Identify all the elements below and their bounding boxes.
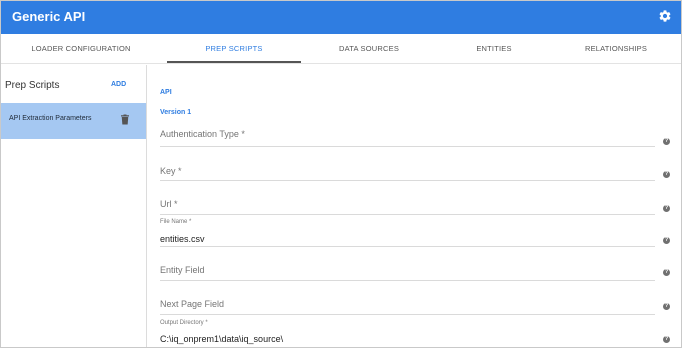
key-field[interactable] xyxy=(160,163,655,183)
help-icon[interactable]: ? xyxy=(663,303,670,310)
trash-icon[interactable] xyxy=(121,114,129,125)
sidebar: Prep Scripts ADD API Extraction Paramete… xyxy=(1,65,147,347)
output-directory-value[interactable]: C:\iq_onprem1\data\iq_source\ xyxy=(160,334,283,344)
authentication-type-field[interactable] xyxy=(160,128,655,148)
field-underline xyxy=(160,314,655,315)
output-directory-label: Output Directory * xyxy=(160,320,208,326)
section-title: API xyxy=(160,89,172,96)
field-underline xyxy=(160,246,655,247)
url-field[interactable] xyxy=(160,197,655,217)
entity-field-field[interactable] xyxy=(160,264,655,284)
gear-icon[interactable] xyxy=(658,9,672,23)
sidebar-title: Prep Scripts xyxy=(5,80,60,91)
file-name-field[interactable]: File Name * entities.csv xyxy=(160,219,655,247)
field-underline xyxy=(160,180,655,181)
help-icon[interactable]: ? xyxy=(663,138,670,145)
app-bar: Generic API xyxy=(1,1,681,34)
help-icon[interactable]: ? xyxy=(663,205,670,212)
help-icon[interactable]: ? xyxy=(663,269,670,276)
help-icon[interactable]: ? xyxy=(663,336,670,343)
help-icon[interactable]: ? xyxy=(663,171,670,178)
output-directory-field[interactable]: Output Directory * C:\iq_onprem1\data\iq… xyxy=(160,320,655,347)
field-underline xyxy=(160,280,655,281)
tab-entities[interactable]: ENTITIES xyxy=(437,34,551,64)
field-underline xyxy=(160,214,655,215)
app-title: Generic API xyxy=(12,9,86,24)
next-page-field-field[interactable] xyxy=(160,298,655,318)
tab-bar: LOADER CONFIGURATION PREP SCRIPTS DATA S… xyxy=(1,34,681,64)
sidebar-item-label: API Extraction Parameters xyxy=(9,115,92,122)
file-name-label: File Name * xyxy=(160,219,192,225)
sidebar-item-api-extraction-parameters[interactable]: API Extraction Parameters xyxy=(1,103,146,139)
next-page-field-input[interactable] xyxy=(160,299,640,309)
app-window: Generic API LOADER CONFIGURATION PREP SC… xyxy=(0,0,682,348)
authentication-type-input[interactable] xyxy=(160,129,640,139)
tab-prep-scripts[interactable]: PREP SCRIPTS xyxy=(167,34,301,64)
tab-data-sources[interactable]: DATA SOURCES xyxy=(301,34,437,64)
add-button[interactable]: ADD xyxy=(111,81,126,88)
entity-field-input[interactable] xyxy=(160,265,640,275)
form-panel: API Version 1 ? ? ? File Name * entities… xyxy=(148,65,681,347)
tab-loader-configuration[interactable]: LOADER CONFIGURATION xyxy=(1,34,161,64)
version-label: Version 1 xyxy=(160,109,192,116)
key-input[interactable] xyxy=(160,166,640,176)
tab-relationships[interactable]: RELATIONSHIPS xyxy=(551,34,681,64)
field-underline xyxy=(160,146,655,147)
active-tab-indicator xyxy=(167,61,301,63)
file-name-value[interactable]: entities.csv xyxy=(160,234,205,244)
url-input[interactable] xyxy=(160,199,640,209)
help-icon[interactable]: ? xyxy=(663,237,670,244)
